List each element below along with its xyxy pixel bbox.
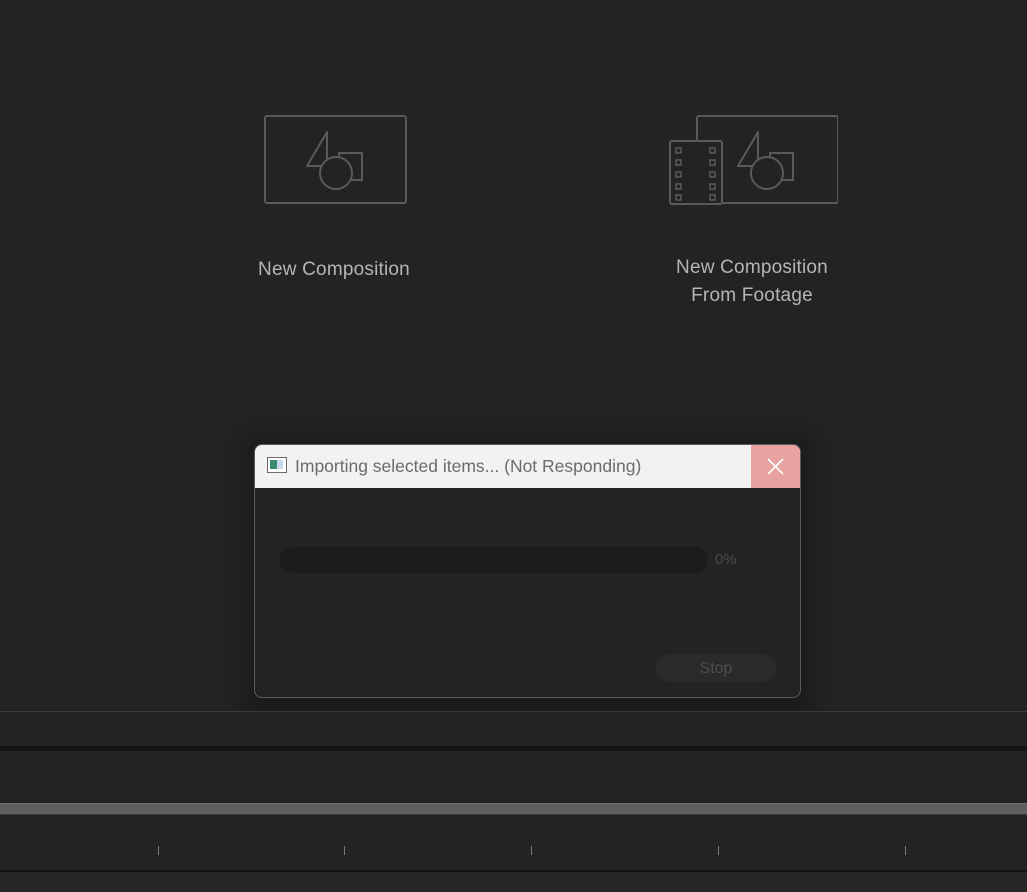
progress-bar (279, 547, 708, 573)
ruler-tick (158, 846, 159, 855)
time-ruler[interactable] (0, 815, 1027, 870)
ruler-tick (905, 846, 906, 855)
layer-panel (0, 872, 1027, 892)
ruler-tick (531, 846, 532, 855)
new-composition-from-footage-tile[interactable]: New Composition From Footage (632, 112, 872, 310)
app-window: New Composition New Composition From Foo… (0, 0, 1027, 892)
from-footage-label-line2: From Footage (691, 285, 813, 306)
ruler-tick (344, 846, 345, 855)
import-progress-dialog: Importing selected items... (Not Respond… (254, 444, 801, 698)
stop-button[interactable]: Stop (656, 654, 776, 682)
close-button[interactable] (751, 445, 800, 488)
ruler-tick (718, 846, 719, 855)
new-composition-tile[interactable]: New Composition (214, 112, 454, 284)
new-composition-label: New Composition (258, 259, 410, 280)
timeline-header-panel (0, 712, 1027, 746)
composition-icon (264, 115, 407, 204)
dialog-titlebar[interactable]: Importing selected items... (Not Respond… (255, 445, 800, 488)
progress-percent: 0% (715, 551, 737, 568)
dialog-title: Importing selected items... (Not Respond… (295, 456, 642, 476)
from-footage-label-line1: New Composition (676, 257, 828, 278)
composition-from-footage-icon (669, 115, 838, 205)
app-window-icon (267, 457, 287, 473)
close-icon (767, 458, 784, 475)
timeline-navigator-panel (0, 751, 1027, 803)
timeline-scrollbar[interactable] (0, 803, 1027, 815)
